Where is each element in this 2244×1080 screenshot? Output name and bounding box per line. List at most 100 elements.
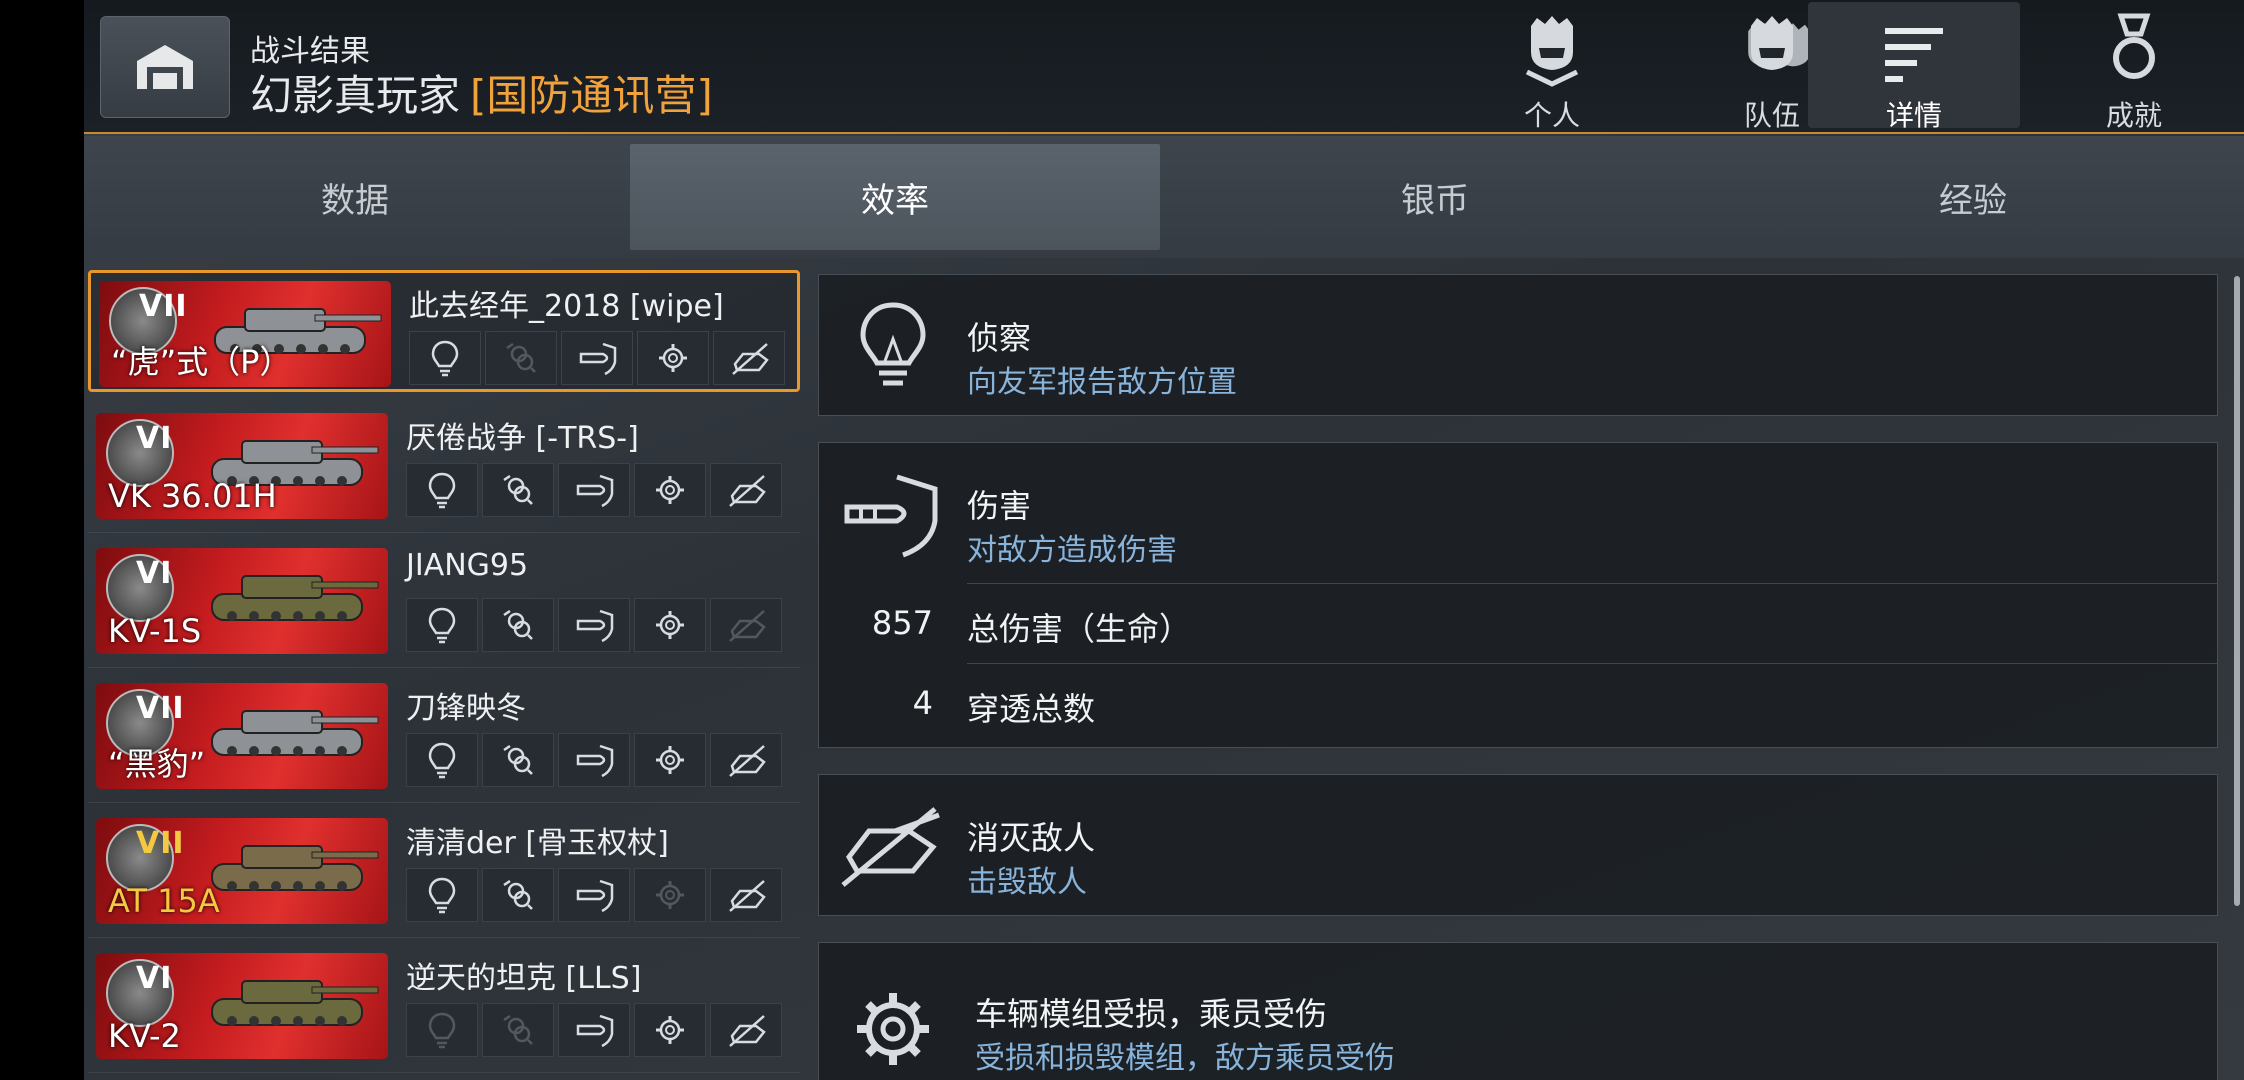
tab-efficiency[interactable]: 效率 (630, 144, 1160, 250)
spotting-subtitle: 向友军报告敌方位置 (967, 365, 1237, 400)
tank-card[interactable]: VI VK 36.01H (96, 413, 388, 519)
badge-shell[interactable] (558, 598, 630, 652)
badge-assist[interactable] (482, 733, 554, 787)
tank-tier: VI (136, 556, 173, 591)
assist-icon (503, 474, 533, 505)
efficiency-badges (406, 598, 786, 652)
badge-gear[interactable] (634, 463, 706, 517)
badge-assist[interactable] (482, 598, 554, 652)
kill-icon (729, 475, 766, 507)
tab-data[interactable]: 数据 (90, 144, 620, 250)
player-row[interactable]: VI VK 36.01H 厌倦战争 [-TRS-] (88, 405, 800, 533)
battle-results-screen: 战斗结果 幻影真玩家 [国防通讯营] 个人 队伍 详情 成就 数据 效率 银币 … (84, 0, 2244, 1080)
lightbulb-icon (428, 607, 456, 644)
badge-assist[interactable] (482, 1003, 554, 1057)
efficiency-badges (406, 733, 786, 787)
efficiency-panel: 侦察 向友军报告敌方位置 伤害 对敌方造成伤害 857 总伤害（生命） 4 穿透… (818, 266, 2218, 1080)
gear-icon (656, 881, 684, 909)
assist-icon (503, 744, 533, 775)
damage-title: 伤害 (967, 487, 1032, 525)
badge-gear[interactable] (637, 331, 709, 385)
tab-silver[interactable]: 银币 (1170, 144, 1700, 250)
tank-card[interactable]: VI KV-2 (96, 953, 388, 1059)
player-row[interactable]: VII “虎”式（P） 此去经年_2018 [wipe] (88, 270, 800, 392)
player-row[interactable]: VI KV-2 逆天的坦克 [LLS] (88, 945, 800, 1073)
tank-card[interactable]: VII “虎”式（P） (99, 281, 391, 387)
badge-gear[interactable] (634, 733, 706, 787)
badge-gear[interactable] (634, 868, 706, 922)
gear-icon (857, 993, 929, 1065)
tank-icon (211, 710, 379, 756)
tab-experience[interactable]: 经验 (1708, 144, 2238, 250)
medal-icon (2113, 13, 2155, 79)
player-title: 幻影真玩家 [国防通讯营] (250, 62, 713, 123)
badge-lightbulb[interactable] (406, 868, 478, 922)
badge-assist[interactable] (482, 463, 554, 517)
kills-subtitle: 击毁敌人 (967, 865, 1087, 900)
badge-gear[interactable] (634, 1003, 706, 1057)
badge-kill[interactable] (710, 868, 782, 922)
nav-details[interactable]: 详情 (1808, 2, 2020, 132)
tank-card[interactable]: VI KV-1S (96, 548, 388, 654)
nav-personal[interactable]: 个人 (1446, 2, 1658, 132)
row-divider (88, 802, 800, 803)
gear-icon (656, 476, 684, 504)
badge-assist[interactable] (485, 331, 557, 385)
badge-shell[interactable] (558, 868, 630, 922)
badge-lightbulb[interactable] (409, 331, 481, 385)
lightbulb-icon (860, 302, 926, 386)
home-button[interactable] (100, 16, 230, 118)
section-spotting[interactable]: 侦察 向友军报告敌方位置 (818, 274, 2218, 416)
kill-icon (729, 880, 766, 912)
tank-card[interactable]: VII “黑豹” (96, 683, 388, 789)
badge-kill[interactable] (710, 598, 782, 652)
badge-kill[interactable] (710, 733, 782, 787)
stat-label: 穿透总数 (967, 690, 1096, 728)
panel-scrollbar[interactable] (2234, 276, 2240, 906)
section-damage[interactable]: 伤害 对敌方造成伤害 857 总伤害（生命） 4 穿透总数 (818, 442, 2218, 748)
badge-kill[interactable] (710, 463, 782, 517)
tank-tier: VI (136, 961, 173, 996)
shell-damage-icon (844, 474, 938, 558)
badge-lightbulb[interactable] (406, 463, 478, 517)
badge-gear[interactable] (634, 598, 706, 652)
nav-achievements[interactable]: 成就 (2028, 2, 2240, 132)
badge-lightbulb[interactable] (406, 598, 478, 652)
gear-icon (656, 1016, 684, 1044)
section-kills[interactable]: 消灭敌人 击毁敌人 (818, 774, 2218, 916)
badge-shell[interactable] (558, 733, 630, 787)
kills-title: 消灭敌人 (967, 819, 1096, 857)
player-row[interactable]: VII “黑豹” 刀锋映冬 (88, 675, 800, 803)
modules-subtitle: 受损和损毁模组，敌方乘员受伤 (975, 1041, 1395, 1076)
tank-tier: VII (136, 826, 185, 861)
clan-tag: [国防通讯营] (470, 71, 713, 120)
assist-icon (503, 1014, 533, 1045)
modules-title: 车辆模组受损，乘员受伤 (975, 995, 1328, 1033)
player-row[interactable]: VII AT 15A 清清der [骨玉权杖] (88, 810, 800, 938)
badge-shell[interactable] (558, 1003, 630, 1057)
tank-icon (211, 575, 379, 621)
row-divider (88, 667, 800, 668)
screen-left-edge (0, 0, 84, 1080)
badge-assist[interactable] (482, 868, 554, 922)
player-row[interactable]: VI KV-1S JIANG95 (88, 540, 800, 668)
stat-total-damage: 857 总伤害（生命） (872, 583, 2217, 663)
player-name: 幻影真玩家 (250, 71, 461, 120)
section-modules[interactable]: 车辆模组受损，乘员受伤 受损和损毁模组，敌方乘员受伤 (818, 942, 2218, 1080)
badge-kill[interactable] (713, 331, 785, 385)
tank-name: KV-1S (108, 612, 202, 650)
badge-shell[interactable] (561, 331, 633, 385)
player-name: 刀锋映冬 (406, 691, 526, 726)
player-list: VII “虎”式（P） 此去经年_2018 [wipe] VI VK 36.01H 厌倦战… (84, 266, 804, 1080)
tank-card[interactable]: VII AT 15A (96, 818, 388, 924)
badge-kill[interactable] (710, 1003, 782, 1057)
damage-subtitle: 对敌方造成伤害 (967, 533, 1177, 568)
tank-name: VK 36.01H (108, 477, 277, 515)
badge-shell[interactable] (558, 463, 630, 517)
badge-lightbulb[interactable] (406, 1003, 478, 1057)
lightbulb-icon (431, 340, 459, 377)
gear-icon (656, 611, 684, 639)
badge-lightbulb[interactable] (406, 733, 478, 787)
stat-label: 总伤害（生命） (967, 610, 1192, 648)
tank-icon (211, 980, 379, 1026)
